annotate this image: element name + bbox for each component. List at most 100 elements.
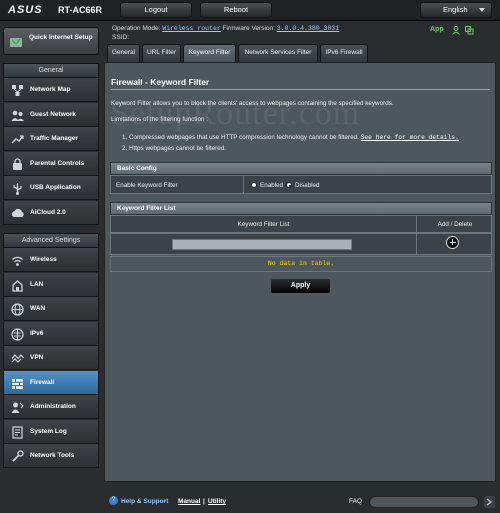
operation-mode-label: Operation Mode: bbox=[112, 25, 161, 32]
app-label[interactable]: App bbox=[430, 26, 444, 33]
enabled-label: Enabled bbox=[260, 182, 284, 189]
faq-label: FAQ bbox=[349, 498, 363, 505]
reboot-button[interactable]: Reboot bbox=[200, 2, 272, 18]
language-select[interactable]: English bbox=[420, 2, 492, 18]
row-divider bbox=[243, 176, 244, 193]
firmware-label: Firmware Version: bbox=[222, 25, 275, 32]
keyword-input[interactable] bbox=[172, 239, 352, 250]
no-data-message: No data in table. bbox=[110, 256, 492, 272]
details-link[interactable]: See here for more details. bbox=[361, 134, 459, 141]
sidebar-item-firewall[interactable]: Firewall bbox=[3, 370, 99, 395]
sidebar-item-label: Administration bbox=[30, 403, 76, 410]
router-model: RT-AC66R bbox=[58, 5, 103, 15]
description: Keyword Filter allows you to block the c… bbox=[111, 100, 394, 107]
sidebar-item-traffic-manager[interactable]: Traffic Manager bbox=[3, 127, 99, 151]
system-log-icon bbox=[12, 425, 23, 439]
top-bar: ASUS RT-AC66R Logout Reboot English bbox=[0, 0, 500, 21]
tab-network-services-filter[interactable]: Network Services Filter bbox=[238, 44, 318, 62]
enable-keyword-label: Enable Keyword Filter bbox=[116, 182, 178, 189]
sidebar-item-wan[interactable]: WAN bbox=[3, 297, 99, 321]
help-support-link[interactable]: Help & Support bbox=[121, 498, 168, 505]
tab-keyword-filter[interactable]: Keyword Filter bbox=[183, 44, 236, 62]
advanced-section-header: Advanced Settings bbox=[3, 233, 99, 248]
sidebar-item-lan[interactable]: LAN bbox=[3, 272, 99, 297]
asus-logo: ASUS bbox=[8, 4, 43, 16]
sidebar-item-label: USB Application bbox=[30, 184, 81, 191]
sidebar-item-wireless[interactable]: Wireless bbox=[3, 248, 99, 272]
sidebar-item-label: Network Tools bbox=[30, 452, 75, 459]
tab-url-filter[interactable]: URL Filter bbox=[142, 44, 181, 62]
sidebar-item-usb-application[interactable]: USB Application bbox=[3, 176, 99, 200]
basic-config-header: Basic Config bbox=[110, 162, 492, 175]
footer-separator: | bbox=[203, 498, 205, 505]
operation-mode-link[interactable]: Wireless router bbox=[162, 25, 221, 32]
administration-icon bbox=[11, 402, 24, 413]
enabled-radio[interactable] bbox=[251, 182, 257, 188]
add-icon[interactable] bbox=[446, 236, 459, 249]
ipv6-icon bbox=[11, 327, 24, 341]
sidebar-item-label: IPv6 bbox=[30, 329, 44, 337]
sidebar-item-network-map[interactable]: Network Map bbox=[3, 78, 99, 102]
sidebar-item-label: AiCloud 2.0 bbox=[30, 208, 66, 216]
wireless-icon bbox=[12, 256, 23, 266]
manual-link[interactable]: Manual bbox=[178, 498, 200, 505]
quick-setup-icon bbox=[10, 38, 22, 47]
aicloud-icon bbox=[11, 208, 24, 217]
sidebar-item-aicloud-2-0[interactable]: AiCloud 2.0 bbox=[3, 200, 99, 225]
arrow-right-icon bbox=[486, 498, 492, 506]
tab-general[interactable]: General bbox=[107, 44, 140, 62]
firewall-icon bbox=[12, 378, 23, 389]
enable-keyword-row: Enable Keyword Filter Enabled Disabled bbox=[110, 175, 492, 194]
sidebar-item-parental-controls[interactable]: Parental Controls bbox=[3, 151, 99, 176]
keyword-list-header: Keyword Filter List bbox=[110, 202, 492, 215]
vpn-icon bbox=[11, 354, 24, 363]
sidebar-item-system-log[interactable]: System Log bbox=[3, 419, 99, 444]
col-add-delete: Add / Delete bbox=[437, 221, 473, 228]
user-icon[interactable] bbox=[452, 26, 460, 35]
language-value: English bbox=[443, 5, 468, 14]
lan-icon bbox=[12, 279, 23, 292]
col-keyword: Keyword Filter List bbox=[237, 221, 290, 228]
sidebar-item-ipv6[interactable]: IPv6 bbox=[3, 321, 99, 346]
utility-link[interactable]: Utility bbox=[208, 498, 226, 505]
sidebar-item-label: Parental Controls bbox=[30, 159, 85, 167]
limitation-2: 2. Https webpages cannot be filtered. bbox=[122, 145, 226, 152]
copy-icon[interactable] bbox=[465, 26, 474, 35]
limitations-label: Limitations of the filtering function : bbox=[111, 116, 208, 123]
parental-controls-icon bbox=[13, 157, 22, 170]
sidebar-item-vpn[interactable]: VPN bbox=[3, 346, 99, 370]
help-icon: ? bbox=[109, 496, 118, 505]
usb-application-icon bbox=[13, 183, 22, 195]
keyword-table-header: Keyword Filter List Add / Delete bbox=[110, 215, 492, 233]
quick-setup-label: Quick Internet Setup bbox=[29, 34, 93, 41]
logout-button[interactable]: Logout bbox=[120, 2, 192, 18]
page-title: Firewall - Keyword Filter bbox=[111, 77, 210, 87]
sidebar-item-label: WAN bbox=[30, 305, 46, 312]
faq-search-input[interactable] bbox=[369, 496, 479, 508]
sidebar-item-label: LAN bbox=[30, 280, 44, 288]
general-section-header: General bbox=[3, 63, 99, 78]
network-tools-icon bbox=[12, 450, 24, 462]
sidebar-item-label: VPN bbox=[30, 354, 44, 361]
sidebar-item-label: Firewall bbox=[30, 378, 55, 386]
sidebar-item-label: Wireless bbox=[30, 256, 57, 263]
limitation-1-text: 1. Compressed webpages that use HTTP com… bbox=[122, 134, 359, 141]
faq-go-button[interactable] bbox=[484, 496, 495, 508]
firmware-link[interactable]: 3.0.0.4.380_3831 bbox=[277, 25, 339, 32]
sidebar-item-network-tools[interactable]: Network Tools bbox=[3, 444, 99, 468]
disabled-radio[interactable] bbox=[286, 182, 292, 188]
sidebar-item-label: Guest Network bbox=[30, 110, 76, 118]
apply-button[interactable]: Apply bbox=[270, 278, 331, 294]
sidebar-item-label: Traffic Manager bbox=[30, 135, 79, 142]
guest-network-icon bbox=[11, 110, 24, 121]
sidebar-item-guest-network[interactable]: Guest Network bbox=[3, 102, 99, 127]
sidebar-item-label: System Log bbox=[30, 427, 67, 435]
limitation-1: 1. Compressed webpages that use HTTP com… bbox=[122, 134, 459, 141]
divider bbox=[111, 89, 490, 90]
sidebar-item-label: Network Map bbox=[30, 86, 71, 93]
wan-icon bbox=[11, 303, 24, 316]
tab-ipv6-firewall[interactable]: IPv6 Firewall bbox=[320, 44, 368, 62]
col-divider bbox=[416, 234, 417, 254]
quick-internet-setup-button[interactable]: Quick Internet Setup bbox=[3, 27, 99, 55]
sidebar-item-administration[interactable]: Administration bbox=[3, 395, 99, 419]
